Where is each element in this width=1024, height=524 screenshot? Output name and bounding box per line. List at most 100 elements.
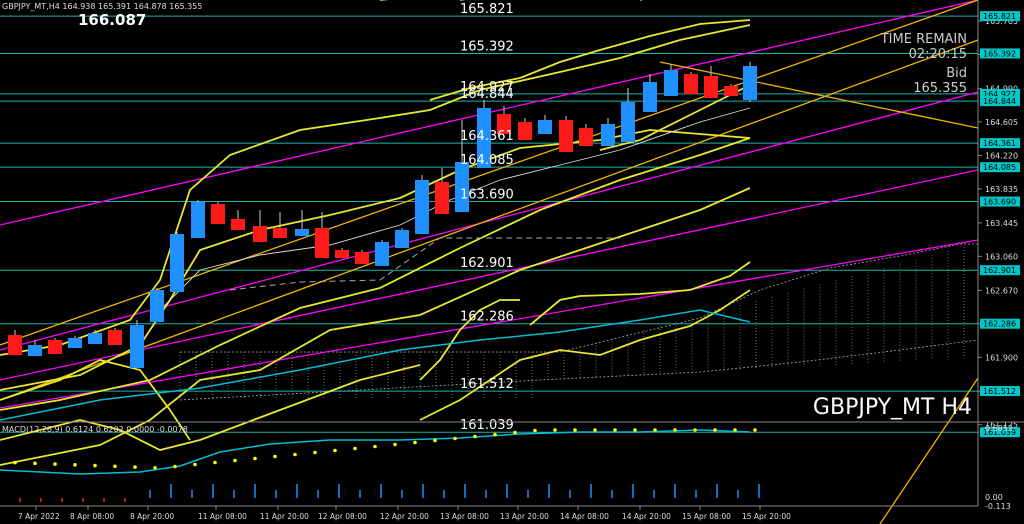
signal-dot (713, 428, 717, 432)
signal-dot (673, 428, 677, 432)
bearish-candle (48, 340, 62, 354)
signal-dot (133, 465, 137, 469)
time-label: 7 Apr 2022 (18, 512, 60, 521)
signal-dot (533, 428, 537, 433)
time-label: 12 Apr 20:00 (380, 512, 429, 521)
band-line (529, 261, 751, 326)
price-scale[interactable]: 165.765165.380164.990164.605164.220163.8… (978, 11, 1020, 438)
time-label: 8 Apr 08:00 (70, 512, 114, 521)
signal-dot (593, 428, 597, 432)
time-label: 14 Apr 20:00 (622, 512, 671, 521)
time-axis[interactable]: 7 Apr 2022 8 Apr 08:00 8 Apr 20:00 11 Apr 0… (18, 506, 791, 521)
level-label: 165.821 (460, 2, 514, 17)
signal-dot (653, 428, 657, 432)
time-label: 12 Apr 08:00 (318, 512, 367, 521)
bullish-candle (395, 230, 409, 248)
bearish-candle (231, 219, 245, 230)
macd-scale-label: -0.113 (985, 502, 1011, 511)
bearish-candle (684, 74, 698, 94)
bullish-candle (643, 82, 657, 112)
price-tick-label: 163.835 (985, 185, 1018, 194)
signal-dot (473, 434, 477, 439)
envelope-bands (0, 0, 751, 466)
bullish-candle (170, 234, 184, 292)
price-tag-label: 165.392 (983, 49, 1016, 58)
price-tag-label: 164.844 (983, 97, 1016, 106)
time-label: 15 Apr 20:00 (742, 512, 791, 521)
bearish-candle (253, 226, 267, 242)
level-label: 163.690 (460, 188, 514, 203)
bearish-candle (704, 76, 718, 98)
signal-dot (513, 430, 517, 435)
signal-dot (253, 456, 257, 461)
bearish-candle (108, 330, 122, 345)
macd-scale-label: 0.00 (985, 493, 1003, 502)
price-tick-label: 163.060 (985, 252, 1018, 261)
bearish-candle (8, 335, 22, 355)
bullish-candle (415, 180, 429, 234)
signal-dot (493, 432, 497, 437)
price-chart[interactable]: 165.821165.392164.927164.844164.361164.0… (0, 0, 1024, 524)
bearish-candle (724, 86, 738, 96)
bearish-candle (315, 228, 329, 258)
time-label: 15 Apr 08:00 (682, 512, 731, 521)
time-label: 13 Apr 20:00 (500, 512, 549, 521)
bullish-candle (68, 338, 82, 348)
bearish-candle (435, 182, 449, 214)
signal-dot (353, 446, 357, 451)
bullish-candle (150, 290, 164, 322)
time-remain-label: TIME REMAIN (880, 32, 967, 47)
band-line (0, 137, 751, 411)
chikou-line (229, 237, 620, 291)
signal-dot (193, 462, 197, 467)
macd-panel[interactable]: 0.6852 0.00-0.113 (0, 424, 1013, 511)
time-label: 11 Apr 20:00 (260, 512, 309, 521)
bullish-candle (375, 242, 389, 266)
time-remain-value: 02:20:15 (909, 47, 967, 62)
bearish-candle (579, 128, 593, 146)
level-label: 162.901 (460, 256, 514, 271)
signal-dot (433, 438, 437, 443)
level-label: 162.286 (460, 310, 514, 325)
bullish-candle (295, 229, 309, 236)
signal-dot (53, 462, 57, 466)
bearish-candle (211, 204, 225, 224)
bullish-candle (621, 102, 635, 142)
price-tag-label: 162.901 (983, 266, 1016, 275)
bearish-candle (273, 228, 287, 238)
signal-dot (393, 442, 397, 447)
price-tag-label: 165.821 (983, 12, 1016, 21)
signal-dot (733, 428, 737, 432)
signal-dot (233, 458, 237, 463)
current-price: 166.087 (78, 11, 146, 29)
signal-dot (373, 444, 377, 449)
tenkan-line (149, 107, 751, 321)
signal-dot (633, 428, 637, 432)
price-tag-label: 164.361 (983, 139, 1016, 148)
price-tick-label: 161.900 (985, 353, 1018, 362)
price-tag-label: 161.512 (983, 387, 1016, 396)
ichimoku-cloud (179, 243, 979, 401)
price-tick-label: 164.605 (985, 118, 1018, 127)
macd-scale-label: 0.6852 (985, 424, 1013, 433)
price-tick-label: 164.220 (985, 151, 1018, 160)
bullish-candle (538, 120, 552, 134)
price-tag-label: 162.286 (983, 320, 1016, 329)
signal-dot (13, 460, 17, 465)
bid-label: Bid (946, 66, 967, 81)
time-label: 8 Apr 20:00 (130, 512, 174, 521)
signal-dot (453, 436, 457, 441)
signal-dot (33, 461, 37, 466)
signal-dot (553, 428, 557, 432)
signal-dot (613, 428, 617, 432)
price-tag-label: 164.085 (983, 163, 1016, 172)
horizontal-levels (0, 15, 978, 433)
price-tick-label: 163.445 (985, 219, 1018, 228)
chart-window[interactable]: { "header": { "symbol_line": "GBPJPY_MT,… (0, 0, 1024, 524)
signal-dot (73, 463, 77, 467)
bullish-candle (88, 333, 102, 344)
signal-dot (413, 440, 417, 445)
signal-dot (693, 428, 697, 432)
signal-dot (313, 450, 317, 455)
bullish-candle (130, 325, 144, 368)
